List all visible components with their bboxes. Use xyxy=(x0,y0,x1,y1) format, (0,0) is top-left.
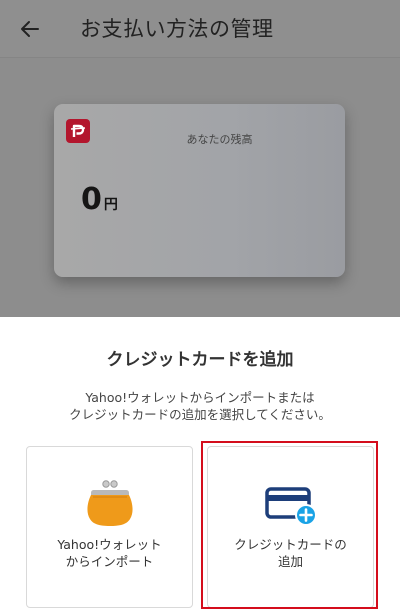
page-title: お支払い方法の管理 xyxy=(80,17,274,41)
add-card-sheet: クレジットカードを追加 Yahoo!ウォレットからインポートまたは クレジットカ… xyxy=(0,317,400,613)
option-label-line1: Yahoo!ウォレット xyxy=(57,537,162,552)
add-credit-card-button[interactable]: クレジットカードの 追加 xyxy=(207,446,374,608)
back-button[interactable] xyxy=(14,14,46,44)
balance-label: あなたの残高 xyxy=(186,133,253,146)
sheet-description-line1: Yahoo!ウォレットからインポートまたは xyxy=(85,390,315,405)
app-header: お支払い方法の管理 xyxy=(0,0,400,58)
option-label-line2: 追加 xyxy=(277,554,303,569)
wallet-purse-icon xyxy=(86,480,133,526)
add-credit-card-label: クレジットカードの 追加 xyxy=(208,536,373,570)
balance-unit: 円 xyxy=(103,197,118,213)
import-yahoo-wallet-button[interactable]: Yahoo!ウォレット からインポート xyxy=(26,446,193,608)
option-label-line1: クレジットカードの xyxy=(234,537,347,552)
sheet-description: Yahoo!ウォレットからインポートまたは クレジットカードの追加を選択してくだ… xyxy=(0,389,400,423)
option-label-line2: からインポート xyxy=(65,554,154,569)
sheet-title: クレジットカードを追加 xyxy=(106,350,294,370)
balance-card: あなたの残高 0 円 xyxy=(54,104,345,277)
balance-value: 0 xyxy=(81,182,102,217)
import-yahoo-wallet-label: Yahoo!ウォレット からインポート xyxy=(27,536,192,570)
credit-card-add-icon xyxy=(264,487,317,526)
arrow-left-icon xyxy=(21,21,39,37)
balance-amount: 0 円 xyxy=(81,182,118,217)
sheet-description-line2: クレジットカードの追加を選択してください。 xyxy=(69,407,331,422)
